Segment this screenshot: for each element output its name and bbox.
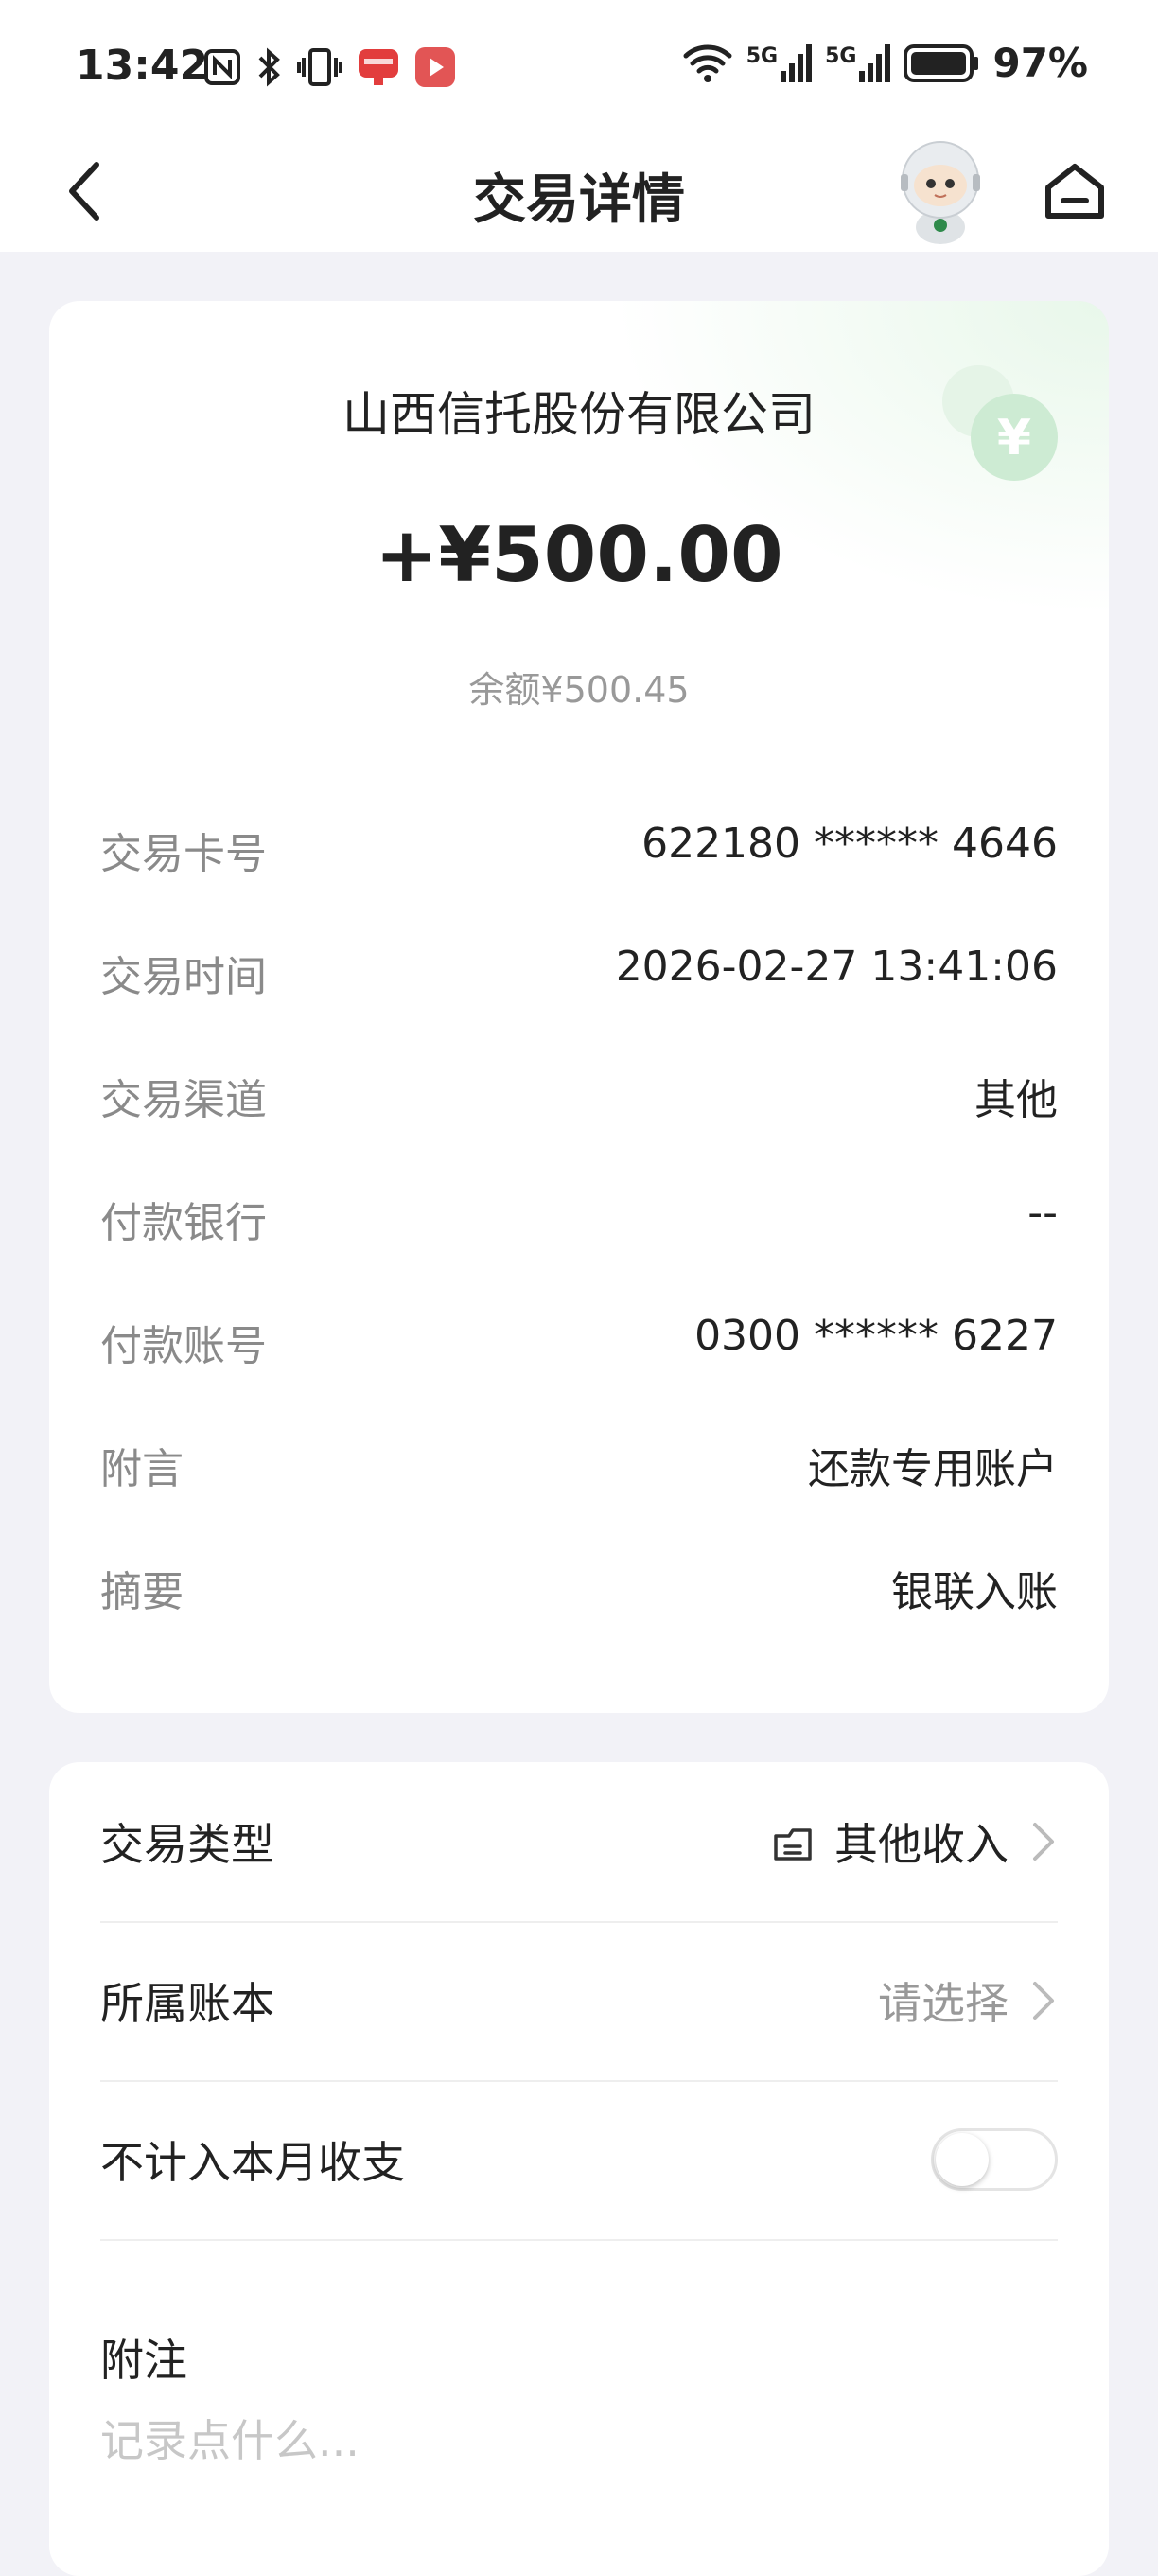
detail-value: -- bbox=[1027, 1189, 1058, 1237]
signal-1-group: 5G bbox=[746, 44, 813, 82]
nfc-icon bbox=[204, 49, 240, 85]
detail-label: 付款银行 bbox=[100, 1199, 267, 1247]
detail-row-payer-account: 付款账号 0300 ****** 6227 bbox=[100, 1312, 1058, 1370]
account-book-label: 所属账本 bbox=[100, 1978, 274, 2029]
detail-value: 还款专用账户 bbox=[808, 1445, 1058, 1493]
detail-value: 2026-02-27 13:41:06 bbox=[615, 943, 1058, 991]
exclude-monthly-row: 不计入本月收支 bbox=[100, 2080, 1058, 2241]
exclude-monthly-toggle[interactable] bbox=[931, 2128, 1058, 2191]
wifi-icon bbox=[683, 44, 732, 82]
bluetooth-icon bbox=[258, 47, 280, 87]
home-button[interactable] bbox=[1037, 153, 1113, 229]
nav-header: 交易详情 bbox=[0, 132, 1158, 252]
video-app-icon bbox=[415, 47, 455, 87]
exclude-monthly-toggle-wrap bbox=[931, 2128, 1058, 2191]
detail-label: 交易渠道 bbox=[100, 1076, 267, 1124]
detail-value: 银联入账 bbox=[891, 1568, 1058, 1616]
detail-row-time: 交易时间 2026-02-27 13:41:06 bbox=[100, 943, 1058, 1001]
battery-percentage: 97% bbox=[992, 40, 1088, 86]
transaction-type-value-group: 其他收入 bbox=[772, 1810, 1058, 1873]
note-input[interactable] bbox=[100, 2415, 1046, 2466]
transaction-type-label: 交易类型 bbox=[100, 1819, 274, 1870]
detail-value: 622180 ****** 4646 bbox=[641, 820, 1058, 868]
home-icon bbox=[1045, 164, 1104, 219]
chevron-right-icon bbox=[1033, 1823, 1054, 1861]
merchant-name: 山西信托股份有限公司 bbox=[342, 387, 816, 442]
detail-row-channel: 交易渠道 其他 bbox=[100, 1066, 1058, 1124]
detail-row-card-number: 交易卡号 622180 ****** 4646 bbox=[100, 820, 1058, 878]
app-notification-icon bbox=[359, 49, 398, 85]
toggle-knob bbox=[936, 2133, 989, 2186]
transaction-settings-card: 交易类型 其他收入 所属账本 请选择 不计入本月收支 附注 bbox=[49, 1762, 1109, 2576]
battery-icon bbox=[904, 44, 979, 82]
signal-bars-icon bbox=[859, 44, 891, 82]
transaction-type-row[interactable]: 交易类型 其他收入 bbox=[100, 1762, 1058, 1923]
transaction-type-value: 其他收入 bbox=[834, 1819, 1009, 1870]
network-type-1: 5G bbox=[746, 44, 779, 68]
network-type-2: 5G bbox=[825, 44, 857, 68]
transaction-amount: +¥500.00 bbox=[375, 511, 783, 599]
note-label: 附注 bbox=[100, 2335, 187, 2386]
detail-row-postscript: 附言 还款专用账户 bbox=[100, 1435, 1058, 1493]
transaction-summary-card: ¥ 山西信托股份有限公司 +¥500.00 余额¥500.45 交易卡号 622… bbox=[49, 301, 1109, 1713]
status-time: 13:42 bbox=[76, 42, 209, 90]
chevron-right-icon bbox=[1033, 1982, 1054, 2020]
detail-label: 交易卡号 bbox=[100, 830, 267, 878]
detail-label: 交易时间 bbox=[100, 953, 267, 1001]
detail-value: 0300 ****** 6227 bbox=[694, 1312, 1058, 1360]
account-book-value-group: 请选择 bbox=[878, 1969, 1058, 2032]
assistant-mascot-icon[interactable] bbox=[884, 132, 997, 246]
status-system-icons: 5G 5G 97% bbox=[682, 40, 1088, 86]
signal-bars-icon bbox=[781, 44, 813, 82]
status-bar: 13:42 5G 5G 97% bbox=[0, 0, 1158, 132]
signal-2-group: 5G bbox=[825, 44, 891, 82]
exclude-monthly-label: 不计入本月收支 bbox=[100, 2137, 405, 2188]
detail-value: 其他 bbox=[974, 1076, 1058, 1124]
account-book-row[interactable]: 所属账本 请选择 bbox=[100, 1921, 1058, 2082]
detail-row-payer-bank: 付款银行 -- bbox=[100, 1189, 1058, 1247]
detail-label: 摘要 bbox=[100, 1568, 184, 1616]
status-notification-icons bbox=[203, 42, 457, 93]
detail-row-summary: 摘要 银联入账 bbox=[100, 1558, 1058, 1616]
category-icon bbox=[774, 1828, 812, 1861]
detail-label: 付款账号 bbox=[100, 1322, 267, 1370]
account-book-placeholder: 请选择 bbox=[878, 1978, 1009, 2029]
account-balance: 余额¥500.45 bbox=[468, 669, 690, 711]
vibrate-icon bbox=[297, 48, 342, 86]
detail-label: 附言 bbox=[100, 1445, 184, 1493]
